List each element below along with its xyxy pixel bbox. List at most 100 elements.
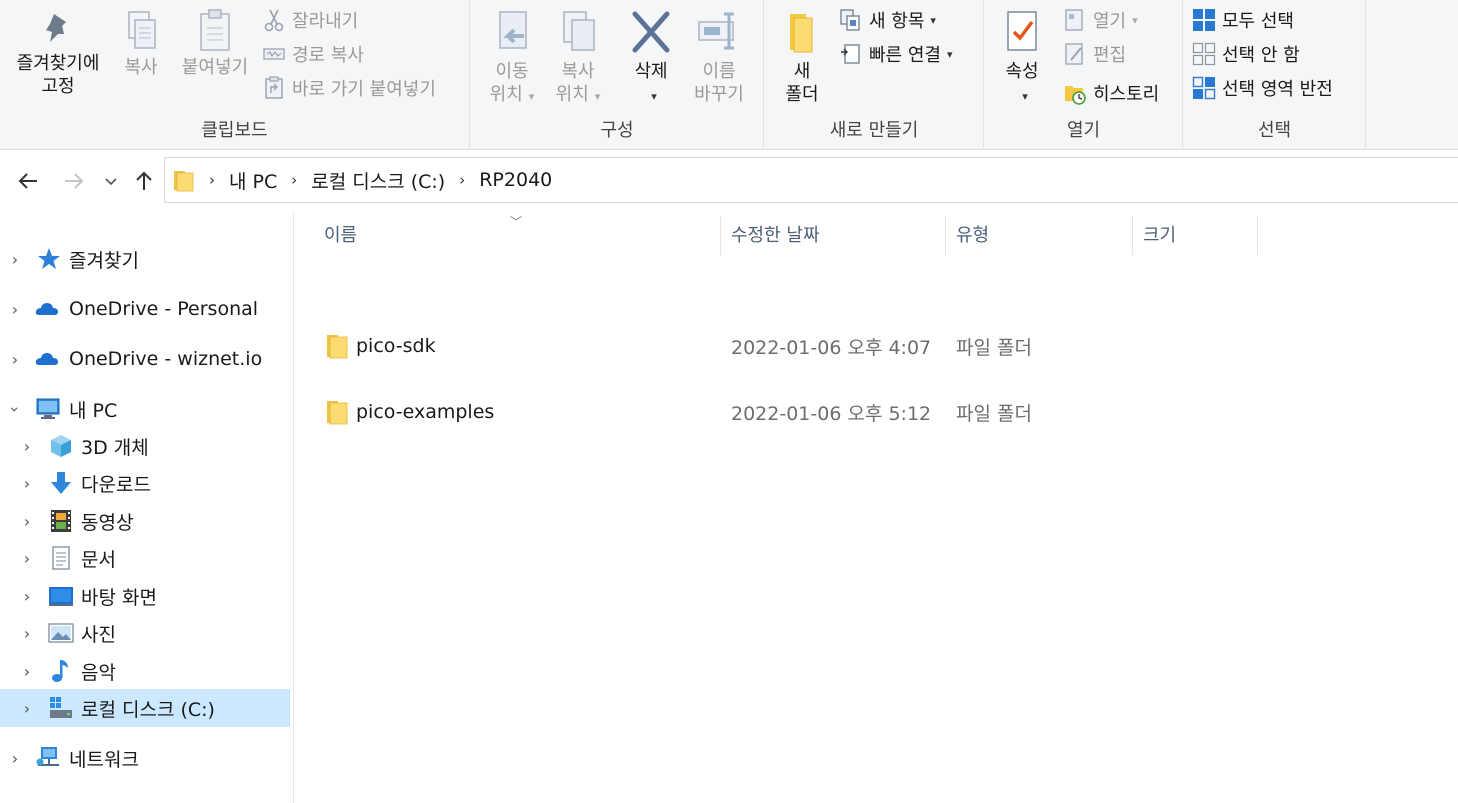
chevron-right-icon[interactable]: › bbox=[5, 300, 25, 319]
edit-icon bbox=[1065, 43, 1083, 65]
select-group-label: 선택 bbox=[1257, 120, 1292, 141]
copy-icon bbox=[128, 11, 156, 49]
forward-button[interactable] bbox=[60, 167, 88, 195]
navigation-pane: › 즐겨찾기 › OneDrive - Personal › OneDrive … bbox=[0, 213, 294, 803]
sidebar-item-local-disk[interactable]: › 로컬 디스크 (C:) bbox=[0, 689, 290, 727]
chevron-right-icon[interactable]: › bbox=[17, 549, 37, 568]
column-divider[interactable] bbox=[1257, 215, 1258, 255]
select-all-button[interactable]: 모두 선택 bbox=[1192, 5, 1294, 35]
rename-button[interactable]: 이름 바꾸기 bbox=[685, 8, 753, 106]
breadcrumb-this-pc[interactable]: 내 PC bbox=[229, 167, 277, 194]
new-item-button[interactable]: 새 항목 ▾ bbox=[839, 5, 936, 35]
new-folder-button[interactable]: 새 폴더 bbox=[775, 8, 829, 106]
breadcrumb-rp2040[interactable]: RP2040 bbox=[479, 169, 552, 191]
computer-icon bbox=[36, 398, 60, 419]
paste-shortcut-icon bbox=[265, 76, 283, 99]
sidebar-item-music[interactable]: › 음악 bbox=[0, 652, 290, 690]
back-button[interactable] bbox=[14, 167, 42, 195]
recent-locations-button[interactable] bbox=[98, 167, 124, 195]
sidebar-item-desktop[interactable]: › 바탕 화면 bbox=[0, 577, 290, 615]
column-header-label: 수정한 날짜 bbox=[731, 225, 820, 246]
select-all-label: 모두 선택 bbox=[1222, 11, 1294, 32]
network-icon bbox=[36, 747, 59, 766]
move-to-icon bbox=[499, 11, 527, 49]
sidebar-item-network[interactable]: › 네트워크 bbox=[0, 739, 290, 777]
pin-to-quick-access-button[interactable]: 즐겨찾기에 고정 bbox=[4, 8, 112, 98]
chevron-right-icon[interactable]: › bbox=[17, 624, 37, 643]
sidebar-item-this-pc[interactable]: › 내 PC bbox=[0, 390, 290, 428]
cloud-icon bbox=[35, 353, 58, 365]
sidebar-item-3d-objects[interactable]: › 3D 개체 bbox=[0, 427, 290, 465]
copy-to-label-line2: 위치 bbox=[555, 84, 589, 105]
copy-to-icon bbox=[563, 11, 595, 51]
column-header-date[interactable]: 수정한 날짜 bbox=[721, 213, 945, 255]
chevron-right-icon[interactable]: › bbox=[17, 699, 37, 718]
sidebar-item-onedrive-wiznet[interactable]: › OneDrive - wiznet.io bbox=[0, 340, 290, 378]
up-button[interactable] bbox=[130, 167, 158, 195]
select-none-button[interactable]: 선택 안 함 bbox=[1192, 39, 1300, 69]
file-date: 2022-01-06 오후 5:12 bbox=[731, 402, 932, 425]
copy-to-button[interactable]: 복사 위치 ▾ bbox=[547, 8, 609, 108]
paste-shortcut-button[interactable]: 바로 가기 붙여넣기 bbox=[262, 73, 436, 103]
breadcrumb-separator-icon: › bbox=[291, 171, 298, 189]
file-row-pico-sdk[interactable]: pico-sdk 2022-01-06 오후 4:07 파일 폴더 bbox=[320, 324, 1080, 368]
column-header-name[interactable]: 이름 bbox=[314, 213, 720, 255]
sidebar-item-quick-access[interactable]: › 즐겨찾기 bbox=[0, 240, 290, 278]
chevron-right-icon[interactable]: › bbox=[17, 662, 37, 681]
easy-access-dropdown-icon: ▾ bbox=[946, 47, 953, 61]
move-to-label-line2: 위치 bbox=[489, 84, 523, 105]
chevron-right-icon[interactable]: › bbox=[5, 749, 25, 768]
easy-access-button[interactable]: 빠른 연결 ▾ bbox=[839, 39, 953, 69]
move-to-button[interactable]: 이동 위치 ▾ bbox=[481, 8, 543, 108]
copy-path-button[interactable]: 경로 복사 bbox=[262, 39, 364, 69]
chevron-down-icon[interactable]: › bbox=[6, 399, 25, 419]
chevron-right-icon[interactable]: › bbox=[17, 587, 37, 606]
sidebar-item-label: 다운로드 bbox=[81, 473, 151, 496]
sidebar-item-label: 음악 bbox=[81, 661, 116, 684]
file-name: pico-sdk bbox=[356, 335, 436, 357]
rename-label-line1: 이름 bbox=[702, 61, 736, 82]
column-header-label: 유형 bbox=[956, 225, 990, 246]
delete-button[interactable]: 삭제 ▾ bbox=[623, 8, 679, 108]
chevron-right-icon[interactable]: › bbox=[17, 437, 37, 456]
sidebar-item-onedrive-personal[interactable]: › OneDrive - Personal bbox=[0, 290, 290, 328]
history-button[interactable]: 히스토리 bbox=[1063, 78, 1159, 108]
select-none-label: 선택 안 함 bbox=[1222, 45, 1300, 66]
breadcrumb-separator-icon: › bbox=[209, 171, 215, 189]
organize-group: 이동 위치 ▾ 복사 위치 ▾ 삭제 ▾ 이름 바꾸기 구성 bbox=[471, 0, 764, 150]
ribbon: 즐겨찾기에 고정 복사 붙여넣기 잘라내기 경로 복사 바로 가기 붙여넣기 클… bbox=[0, 0, 1458, 150]
sidebar-item-documents[interactable]: › 문서 bbox=[0, 539, 290, 577]
file-list: ﹀ 이름 수정한 날짜 유형 크기 pico-sdk 2022-01-06 오후… bbox=[296, 213, 1458, 803]
sidebar-item-label: 즐겨찾기 bbox=[69, 249, 139, 272]
sidebar-item-label: OneDrive - Personal bbox=[69, 298, 259, 320]
clipboard-group-label: 클립보드 bbox=[201, 120, 268, 141]
address-bar[interactable]: › 내 PC › 로컬 디스크 (C:) › RP2040 bbox=[164, 157, 1458, 203]
paste-button[interactable]: 붙여넣기 bbox=[172, 8, 258, 79]
chevron-right-icon[interactable]: › bbox=[5, 350, 25, 369]
open-button[interactable]: 열기 ▾ bbox=[1063, 5, 1138, 35]
column-header-size[interactable]: 크기 bbox=[1133, 213, 1257, 255]
film-icon bbox=[51, 510, 71, 532]
edit-label: 편집 bbox=[1093, 45, 1127, 66]
file-row-pico-examples[interactable]: pico-examples 2022-01-06 오후 5:12 파일 폴더 bbox=[320, 390, 1080, 434]
chevron-right-icon[interactable]: › bbox=[17, 474, 37, 493]
copy-label: 복사 bbox=[124, 57, 158, 78]
invert-selection-button[interactable]: 선택 영역 반전 bbox=[1192, 73, 1333, 103]
scissors-icon bbox=[264, 9, 284, 32]
rename-icon bbox=[698, 12, 734, 50]
properties-button[interactable]: 속성 ▾ bbox=[991, 8, 1053, 108]
column-header-type[interactable]: 유형 bbox=[946, 213, 1132, 255]
copy-path-icon bbox=[263, 48, 285, 60]
sidebar-item-videos[interactable]: › 동영상 bbox=[0, 502, 290, 540]
chevron-down-icon bbox=[105, 178, 117, 186]
sidebar-item-downloads[interactable]: › 다운로드 bbox=[0, 464, 290, 502]
edit-button[interactable]: 편집 bbox=[1063, 39, 1126, 69]
copy-to-dropdown-icon: ▾ bbox=[594, 90, 601, 103]
sidebar-item-pictures[interactable]: › 사진 bbox=[0, 614, 290, 652]
chevron-right-icon[interactable]: › bbox=[17, 512, 37, 531]
copy-button[interactable]: 복사 bbox=[114, 8, 168, 79]
chevron-right-icon[interactable]: › bbox=[5, 250, 25, 269]
breadcrumb-local-disk[interactable]: 로컬 디스크 (C:) bbox=[311, 167, 445, 194]
cut-button[interactable]: 잘라내기 bbox=[262, 5, 358, 35]
picture-icon bbox=[48, 623, 74, 643]
